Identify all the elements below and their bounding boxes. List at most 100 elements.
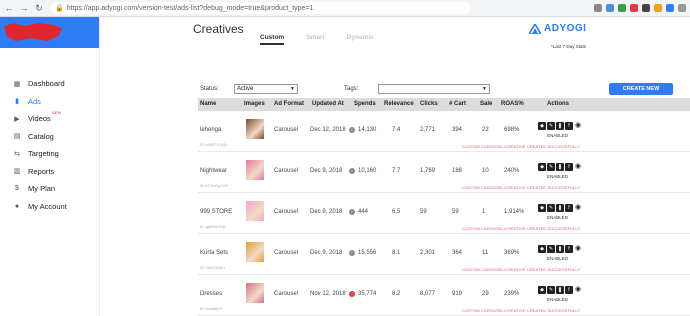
facebook-icon[interactable]: f xyxy=(565,286,573,294)
creative-thumbnail[interactable] xyxy=(246,242,264,262)
address-bar[interactable]: 🔒 https://app.adyogi.com/version-test/ad… xyxy=(51,2,471,14)
chevron-down-icon: ▼ xyxy=(290,86,295,92)
edit-icon[interactable]: ✎ xyxy=(547,286,555,294)
view-icon[interactable]: ◉ xyxy=(574,245,582,253)
pause-icon[interactable]: ❚ xyxy=(556,204,564,212)
sidebar-item-my-account[interactable]: ● My Account xyxy=(0,198,99,216)
sidebar-item-my-plan[interactable]: $ My Plan xyxy=(0,180,99,198)
table-header: Name Images Ad Format Updated At Spends Relev… xyxy=(198,98,690,111)
tags-select[interactable]: ▼ xyxy=(378,84,490,94)
facebook-icon[interactable]: f xyxy=(565,163,573,171)
reports-icon: ▥ xyxy=(13,168,21,176)
creative-thumbnail[interactable] xyxy=(246,160,264,180)
main-content: Creatives Custom Smart Dynamic ADYOGI *L… xyxy=(100,17,690,316)
tab-smart[interactable]: Smart xyxy=(306,34,324,45)
extension-icon[interactable] xyxy=(654,4,662,12)
tag-icon[interactable]: ◆ xyxy=(538,204,546,212)
sidebar-item-dashboard[interactable]: ▦ Dashboard xyxy=(0,75,99,93)
info-icon[interactable]: i xyxy=(349,250,355,256)
edit-icon[interactable]: ✎ xyxy=(547,163,555,171)
clicks-cell: 1,769 xyxy=(420,168,436,174)
ad-id: ID: m9kBTDJvQb xyxy=(200,143,228,147)
view-icon[interactable]: ◉ xyxy=(574,122,582,130)
pause-icon[interactable]: ❚ xyxy=(556,122,564,130)
creative-thumbnail[interactable] xyxy=(246,283,264,303)
extension-icon[interactable] xyxy=(630,4,638,12)
facebook-icon[interactable]: f xyxy=(565,122,573,130)
table-row[interactable]: Nightwear Carousel Dec 9, 2018 10,160 7.7 1,7… xyxy=(198,152,690,193)
menu-icon[interactable] xyxy=(678,4,686,12)
spends-cell: 14,130 xyxy=(358,127,377,133)
back-icon[interactable]: ← xyxy=(3,2,15,14)
edit-icon[interactable]: ✎ xyxy=(547,122,555,130)
info-icon[interactable]: i xyxy=(349,168,355,174)
pause-icon[interactable]: ❚ xyxy=(556,245,564,253)
sidebar-item-targeting[interactable]: ⇆ Targeting xyxy=(0,145,99,163)
column-header-cart: # Cart xyxy=(449,101,467,107)
creative-thumbnail[interactable] xyxy=(246,201,264,221)
updated-at-cell: Nov 12, 2018 xyxy=(310,291,346,297)
sidebar-item-reports[interactable]: ▥ Reports xyxy=(0,163,99,181)
pause-icon[interactable]: ❚ xyxy=(556,286,564,294)
tab-dynamic[interactable]: Dynamic xyxy=(347,34,374,45)
sidebar-item-label: My Plan xyxy=(28,184,56,194)
extensions xyxy=(594,4,690,12)
status-label: ENABLED xyxy=(547,297,569,302)
facebook-icon[interactable]: f xyxy=(565,204,573,212)
cart-cell: 394 xyxy=(452,127,463,133)
extension-icon[interactable] xyxy=(642,4,650,12)
ads-icon: ▮ xyxy=(15,98,19,106)
view-icon[interactable]: ◉ xyxy=(574,163,582,171)
pause-icon[interactable]: ❚ xyxy=(556,163,564,171)
column-header-roas: ROAS% xyxy=(501,101,524,107)
sidebar-item-label: Catalog xyxy=(28,131,54,141)
table-row[interactable]: lehenga Carousel Dec 12, 2018 14,130 7.4 2,77… xyxy=(198,111,690,152)
reload-icon[interactable]: ↻ xyxy=(33,2,45,14)
info-icon[interactable]: i xyxy=(349,209,355,215)
view-icon[interactable]: ◉ xyxy=(574,204,582,212)
creative-thumbnail[interactable] xyxy=(246,119,264,139)
table-row[interactable]: 999 STORE Carousel Dec 9, 2018 444 6.5 59 59 1 1… xyxy=(198,193,690,234)
edit-icon[interactable]: ✎ xyxy=(547,245,555,253)
status-select[interactable]: Active ▼ xyxy=(234,84,298,94)
extension-icon[interactable] xyxy=(666,4,674,12)
tag-icon[interactable]: ◆ xyxy=(538,286,546,294)
view-icon[interactable]: ◉ xyxy=(574,286,582,294)
ad-id: ID: 1xkKUdJeKt xyxy=(200,266,225,270)
tag-icon[interactable]: ◆ xyxy=(538,122,546,130)
facebook-icon[interactable]: f xyxy=(565,245,573,253)
warning-icon[interactable]: ! xyxy=(349,291,355,297)
lock-icon: 🔒 xyxy=(55,5,64,12)
spends-cell: 15,556 xyxy=(358,250,377,256)
sidebar-item-ads[interactable]: ▮ Ads xyxy=(0,93,99,111)
column-header-actions: Actions xyxy=(547,101,570,107)
catalog-icon: ▤ xyxy=(13,133,21,141)
column-header-updated-at: Updated At xyxy=(312,101,344,107)
tab-custom[interactable]: Custom xyxy=(260,34,285,45)
table-row[interactable]: Kurta Sets Carousel Dec 9, 2018 15,556 8.1 2,… xyxy=(198,234,690,275)
table-row[interactable]: Dresses Carousel Nov 12, 2018 35,774 8.2 8,07… xyxy=(198,275,690,316)
roas-cell: 240% xyxy=(504,168,520,174)
status-label: Status: xyxy=(200,86,219,92)
cart-cell: 188 xyxy=(452,168,463,174)
edit-icon[interactable]: ✎ xyxy=(547,204,555,212)
success-message: CUSTOM CAROUSEL/CREATIVE CREATED SUCCESS… xyxy=(462,308,581,313)
success-message: CUSTOM CAROUSEL/CREATIVE CREATED SUCCESS… xyxy=(462,267,581,272)
info-icon[interactable]: i xyxy=(349,127,355,133)
updated-at-cell: Dec 9, 2018 xyxy=(310,209,343,215)
sidebar-item-videos[interactable]: ▶ Videos NEW xyxy=(0,110,99,128)
create-new-button[interactable]: CREATE NEW xyxy=(609,83,673,95)
tag-icon[interactable]: ◆ xyxy=(538,245,546,253)
sidebar-item-catalog[interactable]: ▤ Catalog xyxy=(0,128,99,146)
row-actions: ◆ ✎ ❚ f ◉ xyxy=(538,163,582,171)
success-message: CUSTOM CAROUSEL/CREATIVE CREATED SUCCESS… xyxy=(462,226,581,231)
star-icon[interactable] xyxy=(594,4,602,12)
forward-icon[interactable]: → xyxy=(18,2,30,14)
tag-icon[interactable]: ◆ xyxy=(538,163,546,171)
extension-icon[interactable] xyxy=(606,4,614,12)
relevance-cell: 6.5 xyxy=(392,209,401,215)
status-select-value: Active xyxy=(237,86,254,92)
roas-cell: 369% xyxy=(504,250,520,256)
extension-icon[interactable] xyxy=(618,4,626,12)
table-body: lehenga Carousel Dec 12, 2018 14,130 7.4 2,77… xyxy=(198,111,690,316)
